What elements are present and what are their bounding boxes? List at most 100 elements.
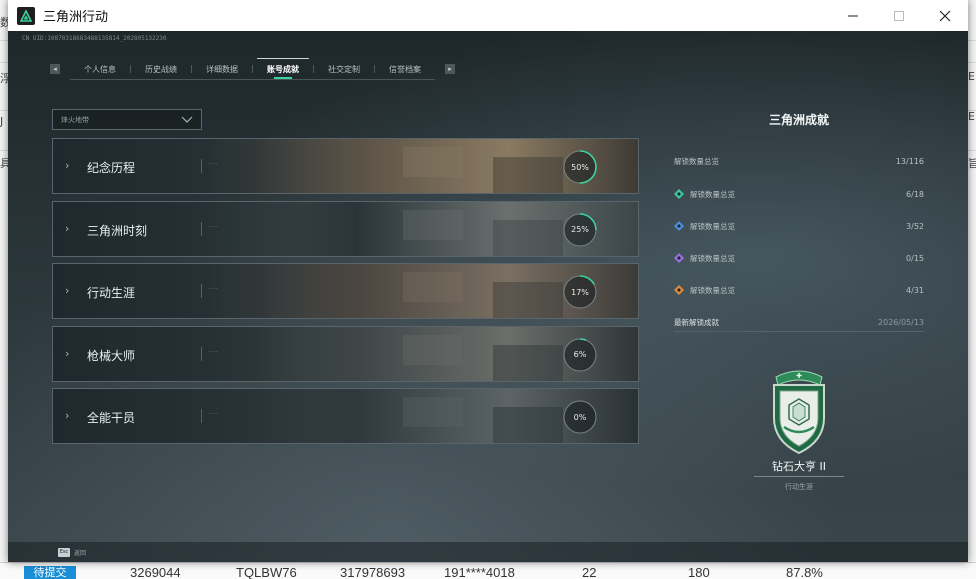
progress-value: 50% [571, 162, 589, 172]
tab-next-button[interactable]: ▸ [445, 64, 455, 74]
app-window: 三角洲行动 CN UID:10870318683488135814_202805… [8, 0, 968, 562]
close-icon [939, 10, 951, 21]
maximize-icon [894, 10, 904, 21]
progress-value: 17% [571, 287, 589, 297]
row-decoration: ····· [208, 348, 218, 356]
category-label: 全能干员 [87, 411, 136, 425]
tab-2[interactable]: 历史战绩 [131, 58, 191, 80]
row-divider [201, 284, 202, 298]
achievement-category-row[interactable]: › 全能干员 ····· 0% [52, 388, 639, 444]
achievement-category-row[interactable]: › 三角洲时刻 ····· 25% [52, 200, 639, 257]
achievement-badge[interactable]: ✚ [754, 363, 844, 463]
mode-filter-value: 烽火地带 [61, 115, 89, 124]
tab-bar: ◂ 个人信息 历史战绩 详细数据 账号成就 社交定制 信誉档案 ▸ [50, 58, 482, 80]
window-title: 三角洲行动 [43, 9, 109, 24]
tab-6[interactable]: 信誉档案 [375, 58, 435, 80]
achievement-category-row[interactable]: › 枪械大师 ····· 6% [52, 325, 639, 382]
orange-tier-icon [674, 285, 684, 295]
tab-1[interactable]: 个人信息 [70, 58, 130, 80]
bg-char: E [968, 70, 975, 83]
tier-stat-value: 4/31 [906, 285, 924, 295]
achievements-page: CN UID:10870318683488135814_202805132230… [8, 31, 968, 562]
badge-divider [754, 476, 844, 477]
minimize-button[interactable] [830, 0, 876, 31]
bg-data-row: 待提交 3269044 TQLBW76 317978693 191****401… [0, 562, 976, 579]
mode-filter-dropdown[interactable]: 烽火地带 [52, 109, 202, 130]
row-decoration: ····· [208, 161, 218, 168]
bg-cell: TQLBW76 [236, 565, 297, 579]
tab-5[interactable]: 社交定制 [314, 58, 374, 80]
bg-cell: 180 [688, 565, 710, 579]
esc-key-button[interactable]: Esc [58, 547, 70, 557]
bg-cell: 87.8% [786, 565, 823, 579]
tab-3[interactable]: 详细数据 [192, 58, 252, 80]
maximize-button[interactable] [876, 0, 922, 31]
bg-char: E [968, 110, 975, 123]
diamond-shield-badge-icon: ✚ [773, 370, 825, 455]
progress-value: 0% [573, 412, 587, 422]
tier-stat-label: 解锁数量总览 [690, 253, 735, 263]
total-unlock-label: 解锁数量总览 [674, 157, 719, 166]
tab-prev-button[interactable]: ◂ [50, 64, 60, 74]
chevron-left-icon: ◂ [53, 65, 57, 73]
category-label: 三角洲时刻 [87, 223, 148, 238]
tier-stat-4: 解锁数量总览 4/31 [674, 274, 924, 306]
chevron-right-icon: ▸ [448, 65, 452, 73]
tier-stat-value: 0/15 [906, 253, 924, 263]
panel-title: 三角洲成就 [768, 113, 829, 127]
user-uid: CN UID:10870318683488135814_202805132230 [22, 35, 167, 42]
badge-category: 行动生涯 [785, 483, 813, 491]
svg-text:✚: ✚ [796, 372, 802, 380]
close-button[interactable] [922, 0, 968, 31]
chevron-right-icon: › [65, 159, 70, 172]
tier-stat-3: 解锁数量总览 0/15 [674, 242, 924, 274]
bg-cell: 191****4018 [444, 565, 515, 579]
tier-stats: 解锁数量总览 6/18 解锁数量总览 3/52 解锁数量总览 0/15 解锁数量总览 4/31 [674, 178, 924, 306]
tier-stat-2: 解锁数量总览 3/52 [674, 210, 924, 242]
row-decoration: ····· [208, 286, 218, 293]
latest-unlock-date: 2026/05/13 [877, 318, 924, 327]
category-label: 纪念历程 [87, 161, 136, 175]
row-divider [201, 221, 202, 236]
latest-unlock-header: 最新解锁成就 2026/05/13 [674, 314, 924, 332]
bg-cell: 22 [582, 565, 597, 579]
tier-stat-value: 6/18 [906, 189, 924, 199]
back-label[interactable]: 返回 [74, 548, 86, 557]
bg-char: J [0, 115, 4, 128]
chevron-down-icon [181, 116, 193, 123]
progress-value: 6% [573, 350, 587, 359]
tier-stat-1: 解锁数量总览 6/18 [674, 178, 924, 210]
achievement-category-row[interactable]: › 纪念历程 ····· 50% [52, 138, 639, 194]
purple-tier-icon [674, 253, 684, 263]
minimize-icon [848, 15, 858, 16]
category-label: 行动生涯 [87, 286, 136, 300]
tier-stat-label: 解锁数量总览 [690, 221, 735, 231]
tabs: 个人信息 历史战绩 详细数据 账号成就 社交定制 信誉档案 [70, 58, 435, 80]
row-decoration: ····· [208, 223, 218, 231]
row-divider [201, 346, 202, 361]
chevron-right-icon: › [65, 221, 70, 235]
latest-unlock-label: 最新解锁成就 [674, 318, 719, 327]
achievement-category-row[interactable]: › 行动生涯 ····· 17% [52, 263, 639, 319]
bg-char: 旨 [968, 157, 976, 170]
chevron-right-icon: › [65, 284, 70, 297]
chevron-right-icon: › [65, 409, 70, 422]
footer-bar: Esc 返回 [8, 542, 968, 562]
chevron-right-icon: › [65, 346, 70, 360]
tier-stat-label: 解锁数量总览 [690, 285, 735, 295]
total-unlock-stat: 解锁数量总览 13/116 [674, 146, 924, 178]
app-logo-icon [17, 6, 35, 25]
bg-cell: 3269044 [130, 565, 181, 579]
title-bar[interactable]: 三角洲行动 [8, 0, 968, 31]
tier-stat-label: 解锁数量总览 [690, 189, 735, 199]
bg-cell: 317978693 [340, 565, 406, 579]
tab-4[interactable]: 账号成就 [253, 58, 313, 80]
blue-tier-icon [674, 221, 684, 231]
bg-status-tag: 待提交 [24, 566, 76, 579]
row-divider [201, 409, 202, 423]
badge-name: 钻石大亨 II [772, 460, 826, 473]
row-decoration: ····· [208, 411, 218, 418]
total-unlock-value: 13/116 [895, 157, 924, 166]
category-label: 枪械大师 [87, 348, 136, 363]
progress-value: 25% [571, 225, 589, 234]
